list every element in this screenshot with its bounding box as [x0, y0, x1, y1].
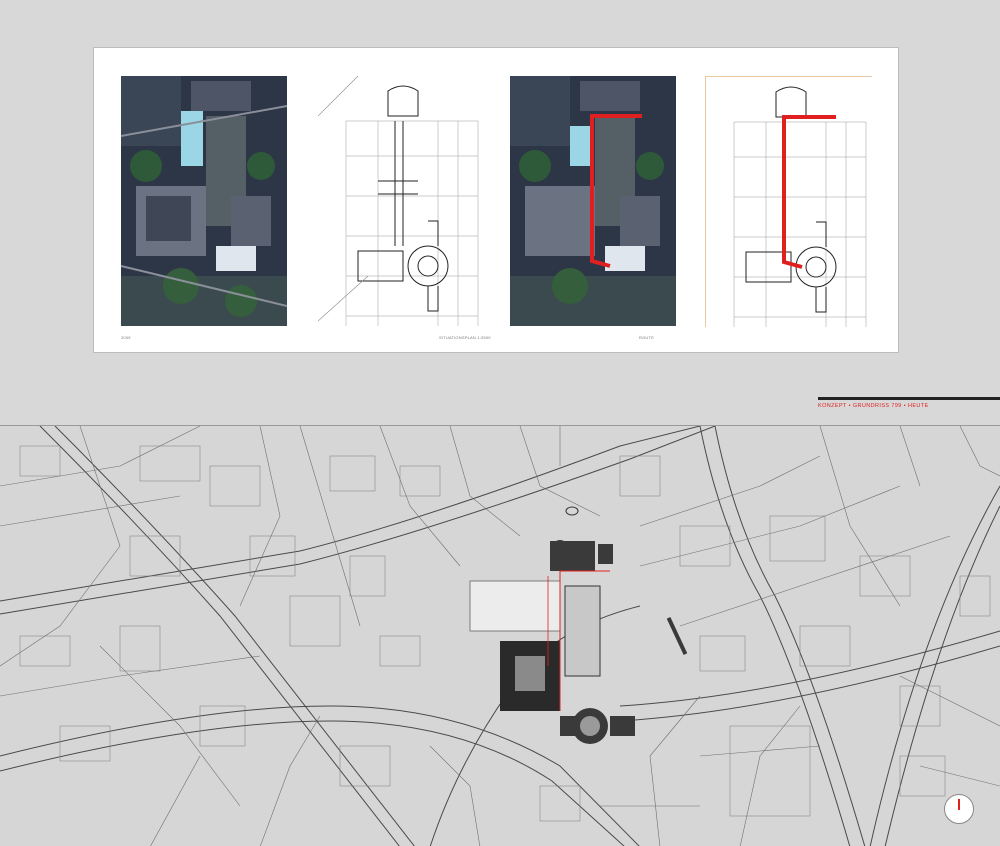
caption-plan-drawing: SITUATIONSPLAN 1:2500 — [439, 335, 491, 340]
section-title: KONZEPT • GRUNDRISS 799 • HEUTE — [818, 403, 929, 409]
caption-aerial-photo: 2005 — [121, 335, 131, 340]
plan-route-panel — [705, 76, 872, 327]
aerial-photo-panel — [121, 76, 287, 326]
title-rule — [818, 397, 1000, 400]
city-map — [0, 425, 1000, 846]
north-arrow-icon — [944, 794, 974, 824]
city-map-drawing — [0, 426, 1000, 846]
presentation-sheet: 2005 SITUATIONSPLAN 1:2500 ROUTE — [93, 47, 899, 353]
plan-route — [706, 77, 872, 327]
north-arrow-needle — [958, 799, 960, 810]
aerial-photo — [121, 76, 287, 326]
aerial-route-panel — [510, 76, 676, 326]
plan-drawing-panel — [318, 76, 484, 326]
plan-drawing — [318, 76, 484, 326]
aerial-route — [510, 76, 676, 326]
caption-aerial-route: ROUTE — [639, 335, 654, 340]
